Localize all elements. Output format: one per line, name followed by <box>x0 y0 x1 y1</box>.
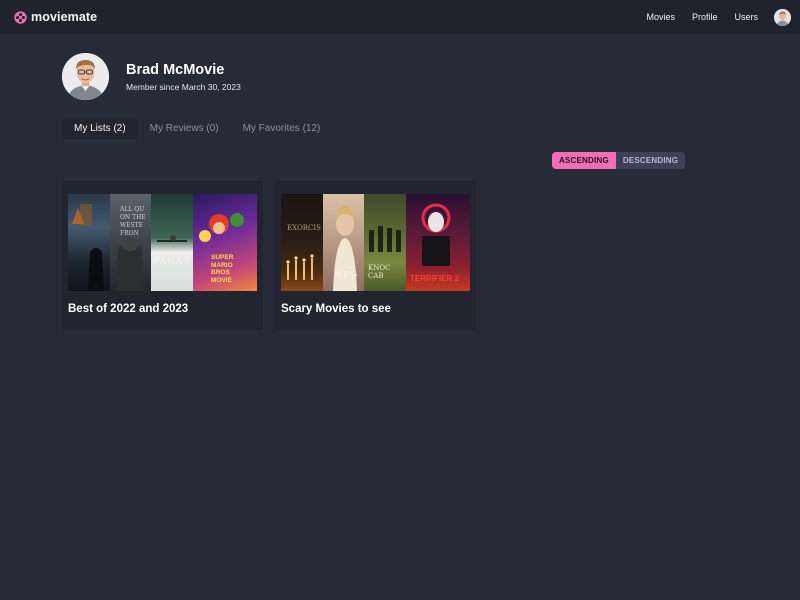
sort-descending-button[interactable]: DESCENDING <box>615 152 686 169</box>
top-navigation-bar: moviemate Movies Profile Users <box>0 0 800 34</box>
poster-title-text: SUPER MARIO BROS MOVIE <box>211 254 234 284</box>
nav-link-movies[interactable]: Movies <box>646 12 675 22</box>
brand-name: moviemate <box>31 10 98 24</box>
poster-collage: EXORCIS MEG KNOC CAB TERRIFIER 2 <box>281 194 470 291</box>
movie-poster-image: ALL QU ON THE WESTE FRON <box>110 194 151 291</box>
tab-my-reviews[interactable]: My Reviews (0) <box>138 118 231 139</box>
profile-avatar <box>62 53 109 100</box>
list-title[interactable]: Scary Movies to see <box>281 303 391 315</box>
user-avatar-icon[interactable] <box>774 8 791 26</box>
poster-title-text: TERRIFIER 2 <box>410 274 459 283</box>
main-nav: Movies Profile Users <box>646 7 791 27</box>
movie-poster-image: KNOC CAB <box>364 194 406 291</box>
movie-poster-image: TERRIFIER 2 <box>406 194 470 291</box>
nav-link-users[interactable]: Users <box>734 12 758 22</box>
profile-tabs: My Lists (2) My Reviews (0) My Favorites… <box>62 118 332 139</box>
list-card[interactable]: ALL QU ON THE WESTE FRON PARAS SUPER MARIO BR… <box>62 181 263 330</box>
poster-title-text: MEG <box>335 270 360 279</box>
profile-name: Brad McMovie <box>126 62 225 78</box>
tab-my-favorites[interactable]: My Favorites (12) <box>231 118 333 139</box>
sort-toggle: ASCENDING DESCENDING <box>552 152 686 169</box>
list-title[interactable]: Best of 2022 and 2023 <box>68 303 188 315</box>
tab-my-lists[interactable]: My Lists (2) <box>62 118 138 139</box>
poster-title-text: PARAS <box>153 256 192 267</box>
list-card[interactable]: EXORCIS MEG KNOC CAB TERRIFIER 2 Scary M… <box>275 181 476 330</box>
poster-title-text: EXORCIS <box>287 224 321 232</box>
nav-link-profile[interactable]: Profile <box>692 12 718 22</box>
film-reel-logo-icon <box>14 10 27 24</box>
poster-collage: ALL QU ON THE WESTE FRON PARAS SUPER MARIO BR… <box>68 194 257 291</box>
brand[interactable]: moviemate <box>14 10 97 24</box>
movie-poster-image: EXORCIS <box>281 194 323 291</box>
movie-poster-image: SUPER MARIO BROS MOVIE <box>193 194 257 291</box>
movie-poster-image: MEG <box>323 194 364 291</box>
poster-title-text: ALL QU ON THE WESTE FRON <box>120 206 146 237</box>
movie-poster-image: PARAS <box>151 194 193 291</box>
member-since-text: Member since March 30, 2023 <box>126 82 241 92</box>
poster-title-text: KNOC CAB <box>368 264 391 280</box>
movie-poster-image <box>68 194 110 291</box>
sort-ascending-button[interactable]: ASCENDING <box>552 152 616 169</box>
